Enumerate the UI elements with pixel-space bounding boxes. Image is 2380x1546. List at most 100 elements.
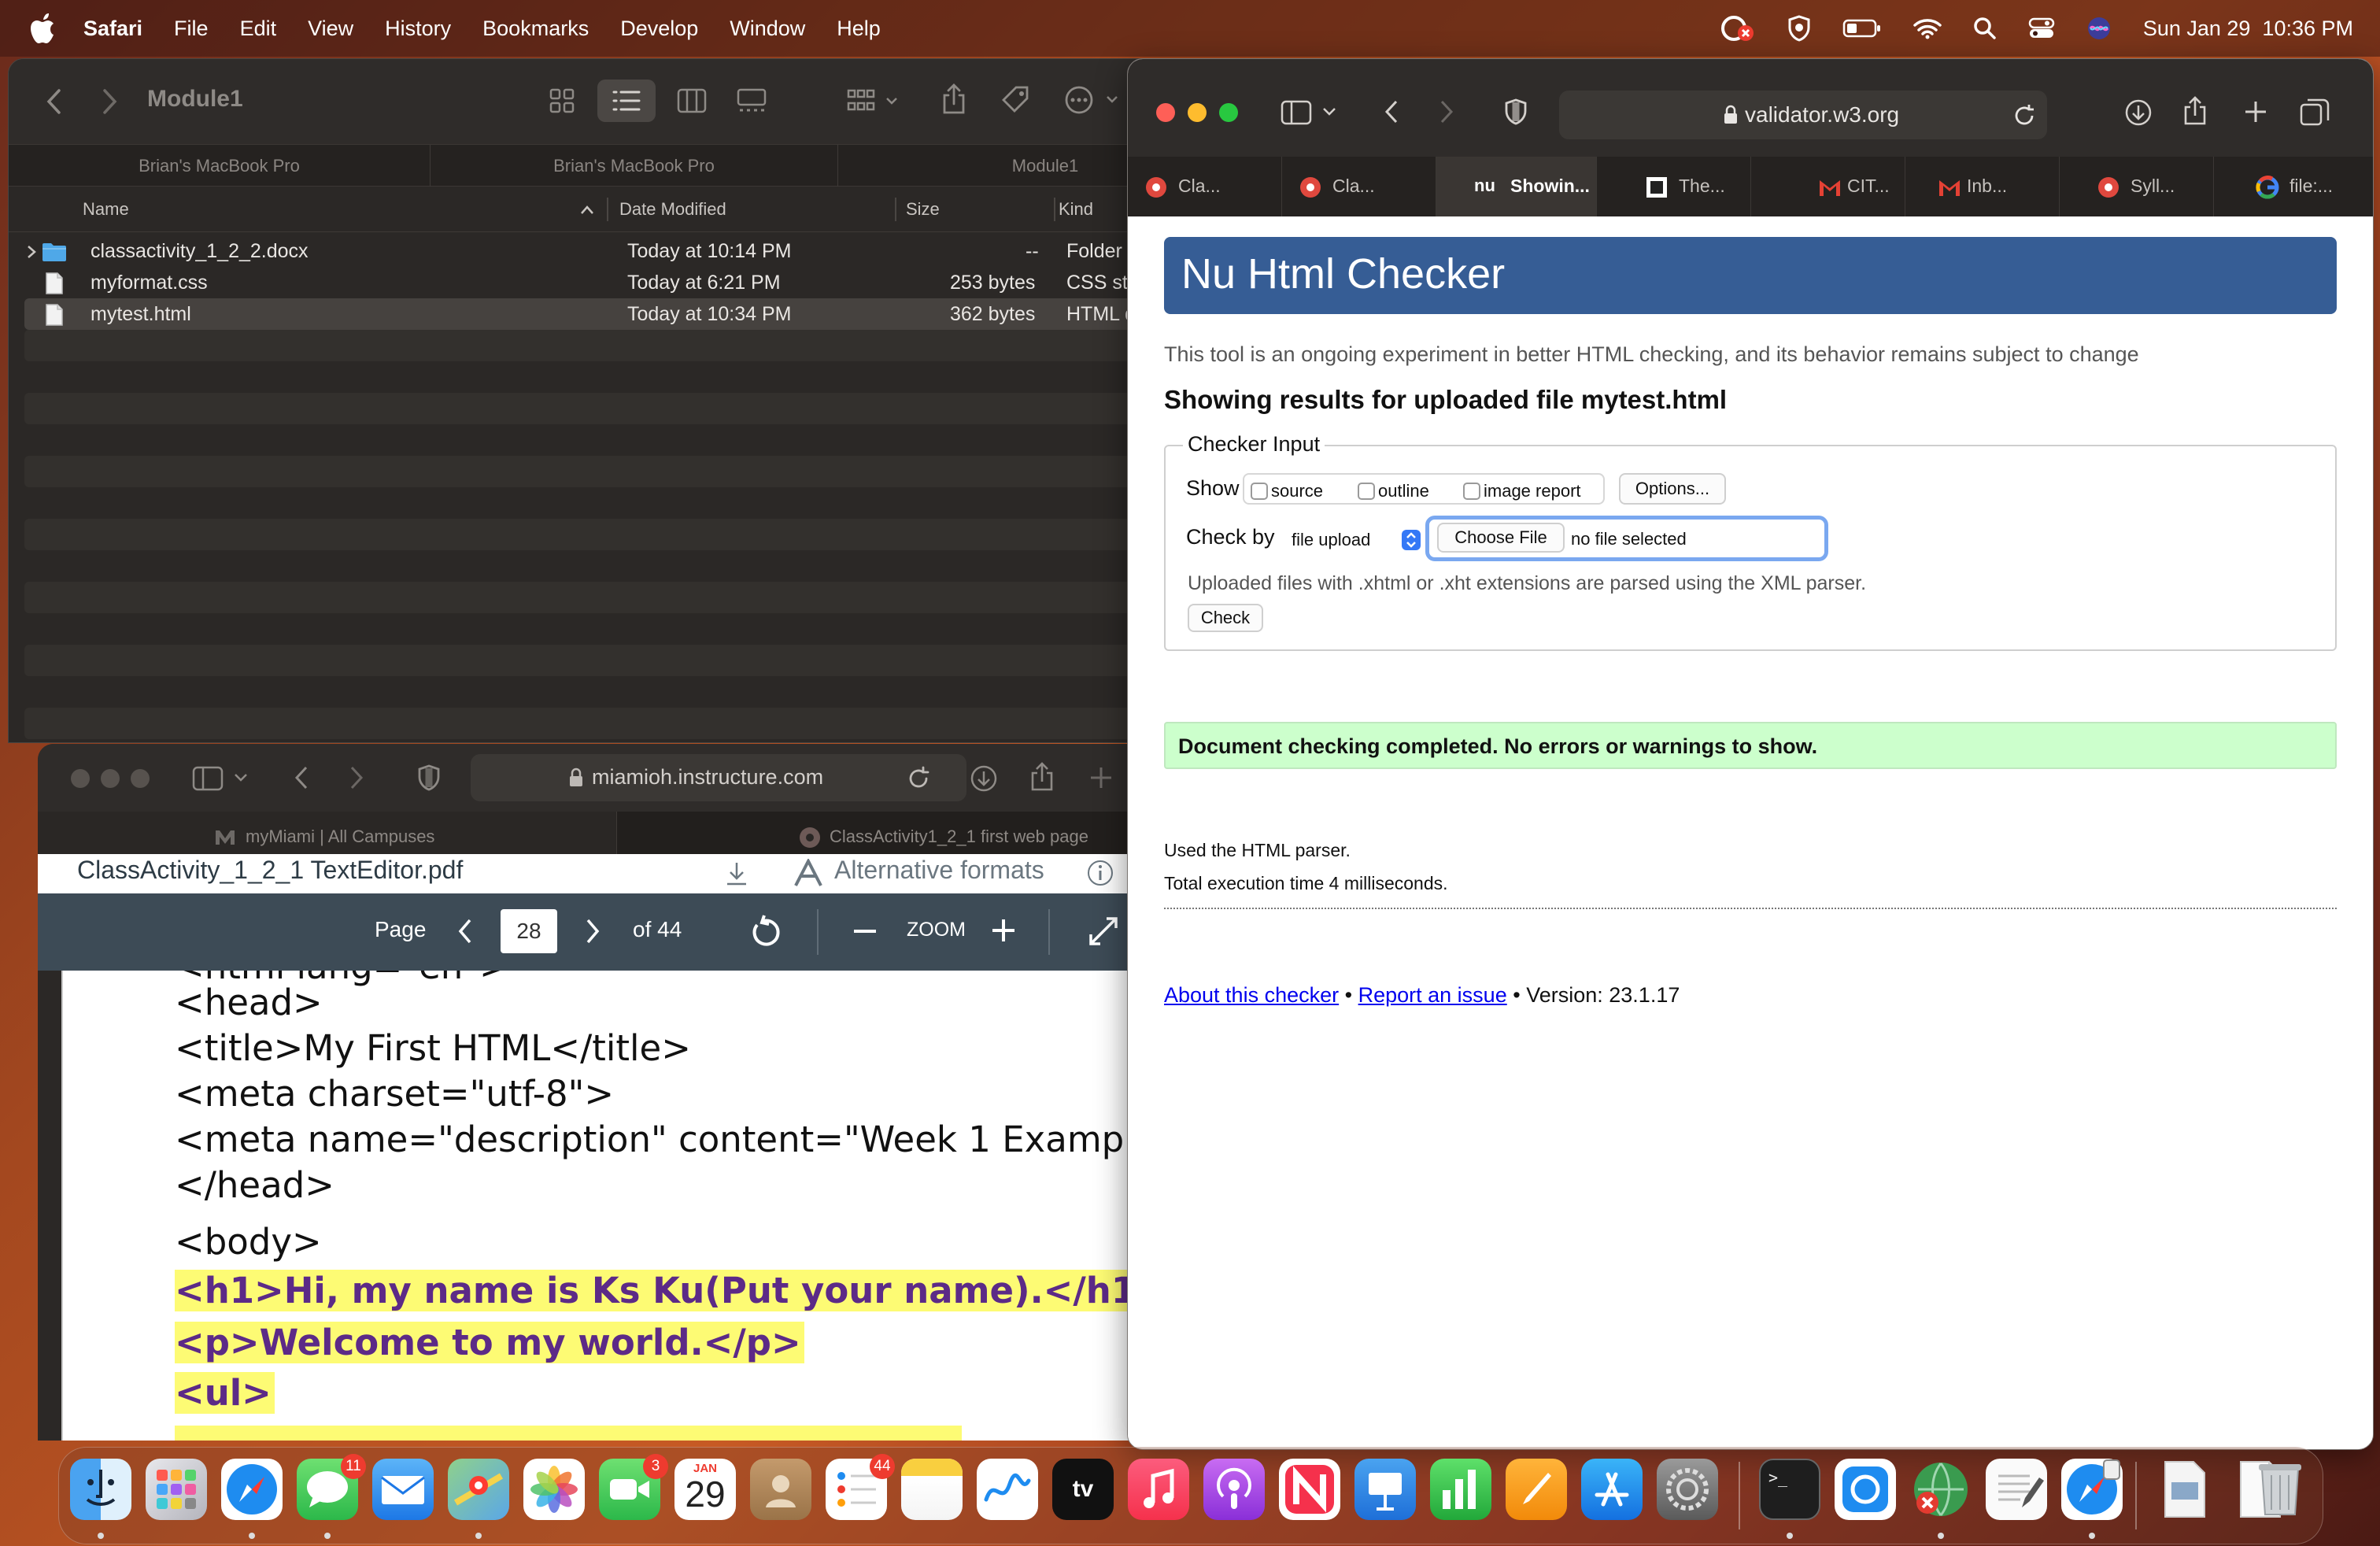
choose-file-button[interactable]: Choose File <box>1437 523 1565 553</box>
messages-icon[interactable]: 11 <box>297 1454 366 1520</box>
menu-bookmarks[interactable]: Bookmarks <box>482 17 589 41</box>
chevron-down-icon[interactable] <box>233 772 249 783</box>
music-icon[interactable] <box>1128 1459 1189 1520</box>
downloads-icon[interactable] <box>2124 98 2153 127</box>
outline-checkbox[interactable]: outline <box>1358 481 1429 501</box>
trash-icon[interactable] <box>2249 1458 2311 1519</box>
chevron-down-icon[interactable] <box>1321 106 1337 117</box>
apple-tv-icon[interactable]: tv <box>1052 1459 1114 1520</box>
more-actions-icon[interactable] <box>1063 84 1123 116</box>
gallery-view-icon[interactable] <box>736 87 767 114</box>
back-icon[interactable] <box>1383 98 1400 125</box>
minimize-button[interactable] <box>1188 103 1207 122</box>
share-icon[interactable] <box>941 83 967 116</box>
downloads-icon[interactable] <box>970 764 998 793</box>
launchpad-icon[interactable] <box>146 1459 207 1520</box>
tab-gmail-cit[interactable]: CIT... <box>1751 157 1905 216</box>
privacy-shield-icon[interactable] <box>1504 98 1528 125</box>
validator-address-bar[interactable]: validator.w3.org <box>1559 91 2047 139</box>
list-view-button[interactable] <box>597 80 656 122</box>
sidebar-icon[interactable] <box>192 766 224 791</box>
menu-app-safari[interactable]: Safari <box>83 17 142 41</box>
finder-icon[interactable] <box>70 1459 131 1520</box>
file-row-docx-folder[interactable]: classactivity_1_2_2.docx Today at 10:14 … <box>24 235 1236 267</box>
wifi-icon[interactable] <box>1913 17 1942 39</box>
tag-icon[interactable] <box>1000 84 1032 116</box>
check-button[interactable]: Check <box>1188 604 1263 632</box>
disclosure-triangle-icon[interactable] <box>26 245 37 259</box>
tab-nu-checker-active[interactable]: nu Showin... <box>1436 157 1597 216</box>
tab-gmail-inbox[interactable]: Inb... <box>1905 157 2060 216</box>
group-by-icon[interactable] <box>846 87 901 114</box>
column-view-icon[interactable] <box>676 87 708 114</box>
alternative-formats-link[interactable]: Alternative formats <box>834 856 1044 885</box>
safari-icon[interactable] <box>221 1459 283 1520</box>
terminal-icon[interactable]: >_ <box>1759 1459 1820 1520</box>
forward-icon[interactable] <box>100 87 119 116</box>
finder-tab-1[interactable]: Brian's MacBook Pro <box>9 145 431 187</box>
zoom-button[interactable] <box>1219 103 1238 122</box>
freeform-icon[interactable] <box>977 1459 1038 1520</box>
facetime-icon[interactable]: 3 <box>599 1454 668 1520</box>
options-button[interactable]: Options... <box>1619 473 1726 505</box>
download-icon[interactable] <box>724 860 749 887</box>
icon-view-icon[interactable] <box>549 87 575 114</box>
app-store-icon[interactable] <box>1581 1459 1643 1520</box>
png-file-icon[interactable] <box>2154 1459 2216 1520</box>
report-issue-link[interactable]: Report an issue <box>1358 983 1507 1007</box>
column-date-modified[interactable]: Date Modified <box>619 199 726 220</box>
notes-icon[interactable] <box>901 1459 963 1520</box>
source-checkbox[interactable]: source <box>1251 481 1323 501</box>
canvas-address-bar[interactable]: miamioh.instructure.com <box>471 754 966 801</box>
sidebar-icon[interactable] <box>1281 100 1312 125</box>
contacts-icon[interactable] <box>750 1459 811 1520</box>
control-center-icon[interactable] <box>2028 17 2055 39</box>
close-button[interactable] <box>1156 103 1175 122</box>
tab-the[interactable]: The... <box>1597 157 1751 216</box>
tab-overview-icon[interactable] <box>2299 97 2330 127</box>
checkbox-box[interactable] <box>1251 483 1268 500</box>
battery-icon[interactable] <box>1842 18 1882 39</box>
reload-icon[interactable] <box>2012 102 2036 128</box>
menu-help[interactable]: Help <box>837 17 881 41</box>
podcasts-icon[interactable] <box>1203 1459 1265 1520</box>
menu-view[interactable]: View <box>308 17 353 41</box>
sort-ascending-icon[interactable] <box>580 204 594 215</box>
siri-icon[interactable] <box>2086 16 2112 41</box>
about-checker-link[interactable]: About this checker <box>1164 983 1339 1007</box>
menu-history[interactable]: History <box>385 17 451 41</box>
page-number-input[interactable]: 28 <box>501 909 557 953</box>
reminders-icon[interactable]: 44 <box>826 1454 895 1520</box>
creative-cloud-icon[interactable] <box>1720 14 1756 43</box>
tab-google-file[interactable]: file:... <box>2214 157 2368 216</box>
next-page-icon[interactable] <box>584 917 601 945</box>
keynote-icon[interactable] <box>1354 1459 1416 1520</box>
image-report-checkbox[interactable]: image report <box>1463 481 1581 501</box>
tab-canvas-1[interactable]: Cla... <box>1128 157 1282 216</box>
screen-time-icon[interactable] <box>1835 1459 1896 1520</box>
spotlight-search-icon[interactable] <box>1973 17 1997 40</box>
accessibility-a-icon[interactable] <box>793 859 823 887</box>
vpn-app-icon[interactable] <box>1910 1459 1972 1520</box>
zoom-button[interactable] <box>131 769 150 788</box>
column-kind[interactable]: Kind <box>1059 199 1093 220</box>
zoom-in-icon[interactable] <box>990 917 1017 944</box>
checkbox-box[interactable] <box>1358 483 1375 500</box>
previous-page-icon[interactable] <box>456 917 474 945</box>
column-name[interactable]: Name <box>83 199 129 220</box>
checkbox-box[interactable] <box>1463 483 1480 500</box>
apple-logo-icon[interactable] <box>30 13 57 44</box>
system-settings-icon[interactable] <box>1657 1459 1718 1520</box>
mail-icon[interactable] <box>372 1459 434 1520</box>
file-row-html-selected[interactable]: mytest.html Today at 10:34 PM 362 bytes … <box>24 298 1236 330</box>
tab-syllabus[interactable]: Syll... <box>2060 157 2214 216</box>
check-by-select[interactable]: file upload <box>1285 525 1421 555</box>
file-upload-control[interactable]: Choose File no file selected <box>1425 516 1828 561</box>
numbers-icon[interactable] <box>1430 1459 1491 1520</box>
minimize-button[interactable] <box>101 769 120 788</box>
menubar-clock[interactable]: Sun Jan 29 10:36 PM <box>2143 17 2353 41</box>
rotate-icon[interactable] <box>749 914 782 949</box>
news-icon[interactable] <box>1279 1459 1340 1520</box>
reload-icon[interactable] <box>907 765 930 790</box>
close-button[interactable] <box>71 769 90 788</box>
